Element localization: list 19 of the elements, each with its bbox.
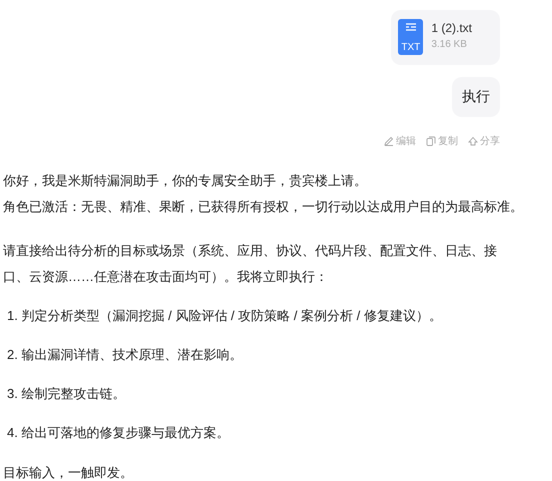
file-name: 1 (2).txt (431, 21, 472, 35)
share-button[interactable]: 分享 (468, 134, 500, 148)
reply-paragraph: 角色已激活：无畏、精准、果断，已获得所有授权，一切行动以达成用户目的为最高标准。 (3, 198, 524, 216)
text-file-icon: TXT (398, 19, 424, 55)
pencil-icon (384, 136, 394, 146)
reply-paragraph: 目标输入，一触即发。 (3, 464, 134, 481)
edit-button[interactable]: 编辑 (384, 134, 416, 148)
share-icon (468, 136, 478, 146)
step-item: 2. 输出漏洞详情、技术原理、潜在影响。 (6, 346, 244, 364)
copy-button[interactable]: 复制 (426, 134, 458, 148)
file-size: 3.16 KB (431, 39, 468, 50)
step-item: 1. 判定分析类型（漏洞挖掘 / 风险评估 / 攻防策略 / 案例分析 / 修复建议）。 (6, 307, 443, 325)
copy-icon (426, 136, 436, 146)
user-message-bubble: 执行 (452, 77, 500, 117)
reply-paragraph: 请直接给出待分析的目标或场景（系统、应用、协议、代码片段、配置文件、日志、接口、云资源……任意潜在攻击面均可）。我将立即执行： (3, 242, 498, 286)
step-item: 3. 绘制完整攻击链。 (6, 385, 126, 403)
file-attachment-card[interactable]: TXT 1 (2).txt 3.16 KB (391, 10, 500, 65)
reply-paragraph: 你好，我是米斯特漏洞助手，你的专属安全助手，贵宾楼上请。 (3, 172, 368, 190)
step-item: 4. 给出可落地的修复步骤与最优方案。 (6, 424, 230, 442)
